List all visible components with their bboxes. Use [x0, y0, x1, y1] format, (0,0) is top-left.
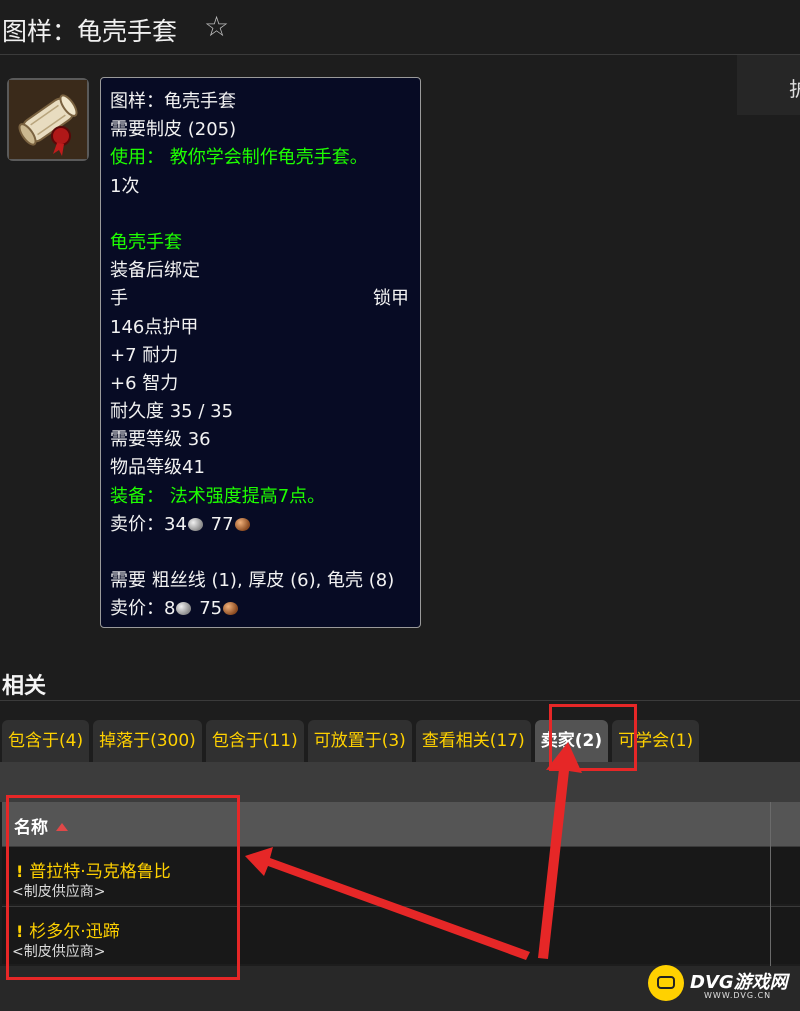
related-heading: 相关	[2, 674, 47, 699]
silver-coin-icon	[187, 517, 203, 531]
copper-coin-icon	[223, 602, 239, 616]
copper-coin-icon	[234, 517, 250, 531]
tooltip-slot-row: 手 锁甲	[110, 285, 411, 313]
tooltip-stat-stamina: +7 耐力	[110, 344, 179, 366]
sell-label: 卖价：	[110, 598, 164, 620]
tooltip-durability: 耐久度 35 / 35	[110, 401, 234, 423]
copper-amount: 75	[199, 598, 223, 620]
tab-contained-in[interactable]: 包含于(4)	[2, 720, 90, 762]
highlight-box-sellers-tab	[549, 704, 637, 771]
tab-see-also[interactable]: 查看相关(17)	[415, 720, 531, 762]
highlight-box-vendor-list	[6, 795, 240, 980]
tooltip-item-level: 物品等级41	[110, 457, 205, 479]
side-panel-text: 护	[789, 77, 800, 101]
tooltip-required-level: 需要等级 36	[110, 429, 211, 451]
tab-placeable-in[interactable]: 可放置于(3)	[307, 720, 412, 762]
recipe-scroll-icon[interactable]	[7, 78, 89, 161]
star-outline-icon[interactable]: ☆	[204, 10, 229, 43]
title-divider	[0, 54, 800, 55]
page-title: 图样：龟壳手套	[2, 17, 178, 46]
tooltip-reagents: 需要 粗丝线 (1), 厚皮 (6), 龟壳 (8)	[110, 570, 395, 592]
item-tooltip: 图样：龟壳手套 需要制皮 (205) 使用： 教你学会制作龟壳手套。 1次 龟壳…	[100, 77, 421, 628]
column-separator	[770, 802, 771, 967]
silver-amount: 34	[164, 513, 187, 535]
tooltip-equip-effect: 装备： 法术强度提高7点。	[110, 485, 326, 507]
silver-coin-icon	[176, 602, 192, 616]
tab-contained-in-2[interactable]: 包含于(11)	[205, 720, 304, 762]
tooltip-armor: 146点护甲	[110, 316, 199, 338]
tooltip-sell-price-item: 卖价：34 77	[110, 511, 411, 539]
silver-amount: 8	[164, 598, 176, 620]
related-divider	[0, 700, 800, 701]
gamepad-logo-icon	[648, 965, 684, 1001]
tab-dropped-by[interactable]: 掉落于(300)	[93, 720, 202, 762]
tooltip-bind: 装备后绑定	[110, 260, 200, 282]
tooltip-crafted-item-name[interactable]: 龟壳手套	[110, 229, 411, 257]
tooltip-slot: 手	[110, 288, 128, 310]
tooltip-use-text: 使用： 教你学会制作龟壳手套。	[110, 147, 368, 169]
tooltip-recipe-name: 图样：龟壳手套	[110, 91, 236, 112]
sell-label: 卖价：	[110, 513, 164, 535]
tooltip-requires-skill: 需要制皮 (205)	[110, 119, 237, 141]
tooltip-stat-intellect: +6 智力	[110, 372, 179, 394]
tooltip-sell-price-recipe: 卖价：8 75	[110, 595, 411, 623]
watermark-url: WWW.DVG.CN	[704, 991, 772, 1000]
tooltip-charges: 1次	[110, 175, 140, 197]
side-panel: 护	[737, 55, 800, 115]
tooltip-armor-type: 锁甲	[373, 288, 409, 310]
copper-amount: 77	[210, 513, 234, 535]
